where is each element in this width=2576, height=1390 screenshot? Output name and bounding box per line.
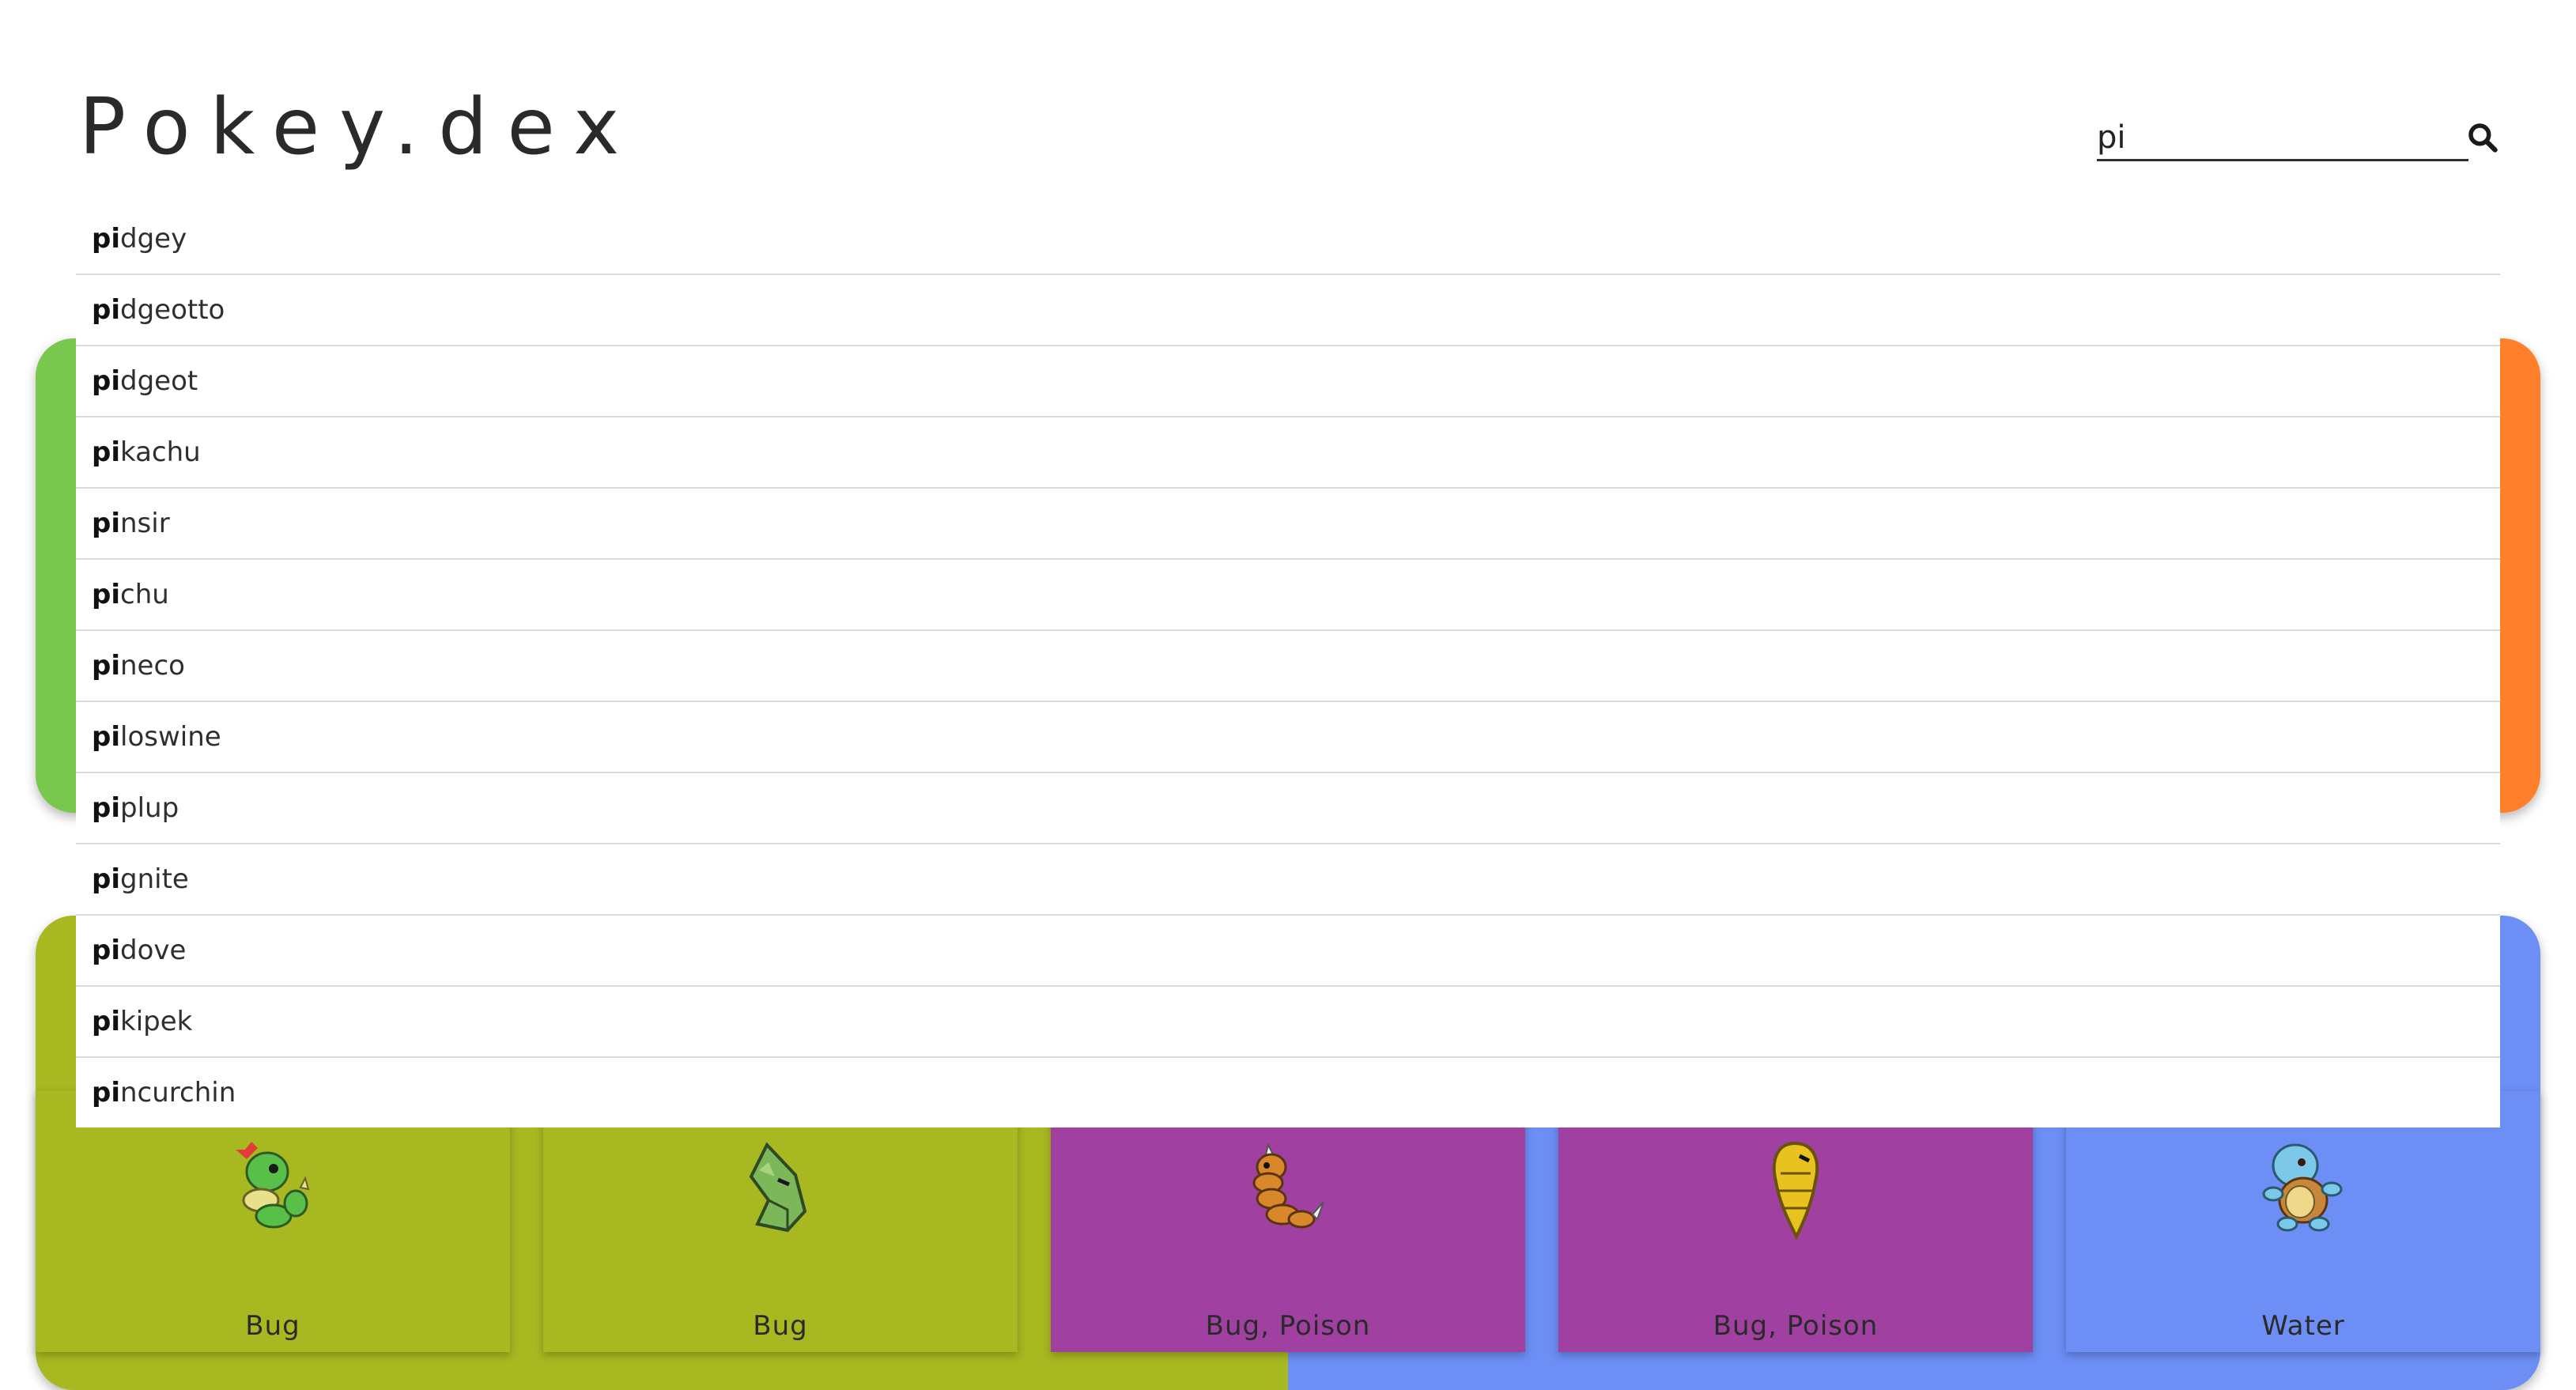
search-icon	[2468, 123, 2498, 153]
suggestion-match: pi	[92, 721, 120, 753]
suggestion-item[interactable]: pi loswine	[76, 702, 2500, 773]
suggestion-match: pi	[92, 508, 120, 539]
search-bar	[2097, 109, 2500, 166]
suggestion-rest: dgeot	[120, 365, 198, 397]
suggestion-item[interactable]: pi nsir	[76, 489, 2500, 560]
kakuna-sprite	[1772, 1141, 1819, 1241]
suggestion-rest: neco	[120, 650, 185, 682]
suggestion-rest: loswine	[120, 721, 221, 753]
suggestion-item[interactable]: pi ncurchin	[76, 1058, 2500, 1127]
suggestion-rest: dgeotto	[120, 294, 225, 326]
suggestion-rest: dove	[120, 935, 187, 966]
suggestion-item[interactable]: pi dgeotto	[76, 275, 2500, 346]
suggestion-item[interactable]: pi neco	[76, 631, 2500, 702]
suggestion-item[interactable]: pi kipek	[76, 987, 2500, 1058]
search-button[interactable]	[2465, 120, 2500, 155]
suggestion-match: pi	[92, 579, 120, 610]
pokemon-type-label: Bug	[753, 1310, 808, 1342]
suggestion-match: pi	[92, 223, 120, 255]
suggestion-rest: nsir	[120, 508, 170, 539]
suggestion-match: pi	[92, 935, 120, 966]
suggestion-item[interactable]: pi dgeot	[76, 346, 2500, 417]
suggestion-item[interactable]: pi plup	[76, 773, 2500, 844]
app-logo[interactable]: Pokey.dex	[79, 89, 639, 166]
caterpie-sprite	[236, 1142, 310, 1229]
suggestion-item[interactable]: pi gnite	[76, 844, 2500, 916]
suggestion-match: pi	[92, 792, 120, 824]
suggestion-rest: ncurchin	[120, 1077, 236, 1109]
suggestion-match: pi	[92, 1077, 120, 1109]
suggestion-match: pi	[92, 436, 120, 468]
pokemon-type-label: Bug	[245, 1310, 300, 1342]
search-input[interactable]	[2097, 115, 2468, 161]
squirtle-sprite	[2262, 1143, 2343, 1232]
pokemon-card[interactable]: Water	[2066, 1091, 2540, 1352]
suggestion-match: pi	[92, 365, 120, 397]
suggestion-rest: plup	[120, 792, 179, 824]
suggestion-rest: gnite	[120, 863, 189, 895]
pokemon-card[interactable]: Bug	[36, 1091, 510, 1352]
suggestion-rest: kachu	[120, 436, 201, 468]
pokemon-type-label: Bug, Poison	[1205, 1310, 1371, 1342]
suggestion-rest: kipek	[120, 1006, 193, 1037]
pokemon-type-label: Water	[2261, 1310, 2345, 1342]
pokemon-card[interactable]: Bug	[543, 1091, 1018, 1352]
pokemon-card[interactable]: Bug, Poison	[1051, 1091, 1525, 1352]
metapod-sprite	[749, 1142, 807, 1233]
suggestion-rest: dgey	[120, 223, 187, 255]
suggestion-item[interactable]: pi kachu	[76, 417, 2500, 489]
suggestion-match: pi	[92, 294, 120, 326]
suggestion-rest: chu	[120, 579, 169, 610]
suggestion-item[interactable]: pi chu	[76, 560, 2500, 631]
suggestion-match: pi	[92, 650, 120, 682]
search-suggestions: pi dgey pi dgeotto pi dgeot pi kachu pi nsir …	[76, 204, 2500, 1127]
weedle-sprite	[1252, 1143, 1324, 1229]
pokemon-type-label: Bug, Poison	[1713, 1310, 1879, 1342]
suggestion-item[interactable]: pi dove	[76, 916, 2500, 987]
suggestion-match: pi	[92, 1006, 120, 1037]
pokemon-card[interactable]: Bug, Poison	[1558, 1091, 2033, 1352]
suggestion-match: pi	[92, 863, 120, 895]
suggestion-item[interactable]: pi dgey	[76, 204, 2500, 275]
